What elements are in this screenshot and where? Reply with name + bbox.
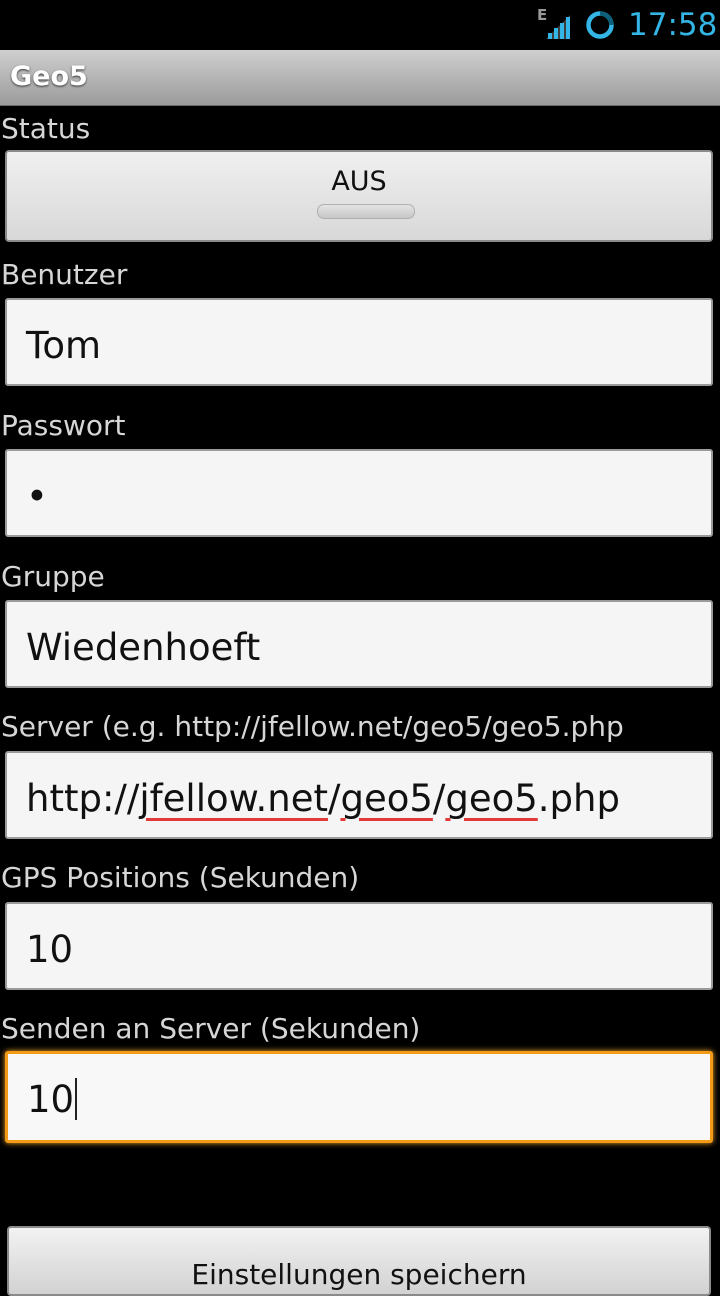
status-bar: E 17:58 — [0, 0, 720, 50]
server-value-suffix: .php — [537, 777, 620, 820]
title-bar: Geo5 — [0, 50, 720, 106]
sync-icon — [586, 11, 614, 39]
send-interval-value: 10 — [27, 1078, 75, 1121]
status-toggle-button[interactable]: AUS — [5, 150, 713, 242]
server-value-sep2: / — [432, 777, 446, 820]
server-label: Server (e.g. http://jfellow.net/geo5/geo… — [1, 710, 624, 743]
server-value: http://jfellow.net/geo5/geo5.php — [26, 777, 620, 821]
server-value-prefix: http:// — [26, 777, 140, 820]
server-value-host: jfellow.net — [139, 777, 328, 820]
server-value-path: geo5 — [340, 777, 433, 820]
passwort-value: • — [26, 475, 48, 518]
clock: 17:58 — [628, 7, 718, 43]
signal-icon — [546, 15, 570, 39]
gps-interval-value: 10 — [26, 928, 74, 971]
text-cursor — [75, 1078, 78, 1120]
passwort-label: Passwort — [1, 409, 126, 442]
server-value-sep1: / — [327, 777, 341, 820]
benutzer-label: Benutzer — [1, 258, 128, 291]
benutzer-value: Tom — [26, 324, 101, 367]
send-interval-value-wrap: 10 — [27, 1078, 78, 1122]
save-settings-label: Einstellungen speichern — [191, 1258, 527, 1291]
gruppe-input[interactable]: Wiedenhoeft — [5, 600, 713, 688]
gruppe-label: Gruppe — [1, 560, 105, 593]
gps-interval-label: GPS Positions (Sekunden) — [1, 861, 360, 894]
send-interval-input[interactable]: 10 — [5, 1051, 713, 1143]
toggle-indicator — [317, 204, 415, 219]
gps-interval-input[interactable]: 10 — [5, 902, 713, 990]
app-title: Geo5 — [10, 61, 88, 92]
server-value-file: geo5 — [445, 777, 538, 820]
gruppe-value: Wiedenhoeft — [26, 626, 261, 669]
status-label: Status — [1, 112, 91, 145]
benutzer-input[interactable]: Tom — [5, 298, 713, 386]
send-interval-label: Senden an Server (Sekunden) — [1, 1012, 421, 1045]
server-input[interactable]: http://jfellow.net/geo5/geo5.php — [5, 751, 713, 839]
status-toggle-text: AUS — [331, 166, 387, 197]
save-settings-button[interactable]: Einstellungen speichern — [7, 1226, 711, 1296]
passwort-input[interactable]: • — [5, 449, 713, 537]
